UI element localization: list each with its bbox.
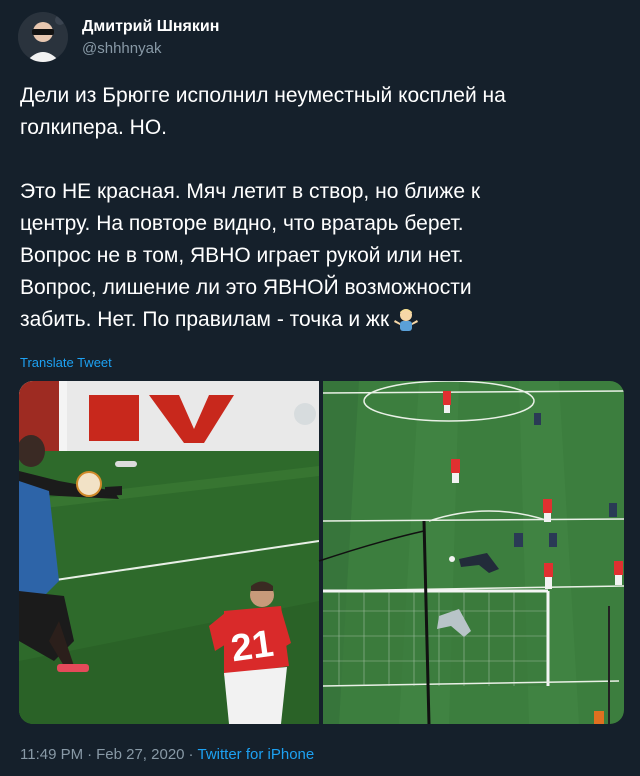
tweet-line: Дели из Брюгге исполнил неуместный коспл… bbox=[20, 84, 506, 107]
tweet-text: Дели из Брюгге исполнил неуместный коспл… bbox=[20, 80, 630, 336]
jersey-number: 21 bbox=[228, 623, 276, 670]
media-images: V 21 bbox=[19, 381, 624, 724]
tweet-media[interactable]: V 21 bbox=[19, 381, 624, 724]
author-handle[interactable]: @shhhnyak bbox=[82, 40, 161, 57]
tweet-source-link[interactable]: Twitter for iPhone bbox=[198, 746, 315, 763]
meta-separator: · bbox=[87, 746, 93, 763]
tweet-line: Вопрос, лишение ли это ЯВНОЙ возможности bbox=[20, 276, 472, 299]
tweet-line: Это НЕ красная. Мяч летит в створ, но бл… bbox=[20, 180, 481, 203]
tweet-time[interactable]: 11:49 PM bbox=[20, 746, 83, 763]
right-photo bbox=[318, 381, 624, 724]
tweet-line: забить. Нет. По правилам - точка и жк bbox=[20, 308, 390, 331]
tweet-line: центру. На повторе видно, что вратарь бе… bbox=[20, 212, 464, 235]
tweet-line: Вопрос не в том, ЯВНО играет рукой или н… bbox=[20, 244, 464, 267]
ad-board-text: V bbox=[147, 435, 151, 441]
tweet-line-last: забить. Нет. По правилам - точка и жк bbox=[20, 304, 630, 336]
man-shrugging-emoji-icon bbox=[394, 309, 419, 331]
meta-separator: · bbox=[188, 746, 194, 763]
avatar[interactable] bbox=[18, 12, 68, 62]
tweet-date[interactable]: Feb 27, 2020 bbox=[96, 746, 184, 763]
tweet-card: Дмитрий Шнякин @shhhnyak Дели из Брюгге … bbox=[0, 0, 640, 776]
translate-tweet-link[interactable]: Translate Tweet bbox=[20, 355, 112, 370]
tweet-line: голкипера. НО. bbox=[20, 116, 167, 139]
tweet-meta: 11:49 PM · Feb 27, 2020 · Twitter for iPhone bbox=[20, 746, 314, 763]
left-photo: V 21 bbox=[19, 381, 320, 724]
avatar-image bbox=[18, 12, 68, 62]
author-name[interactable]: Дмитрий Шнякин bbox=[82, 18, 219, 36]
